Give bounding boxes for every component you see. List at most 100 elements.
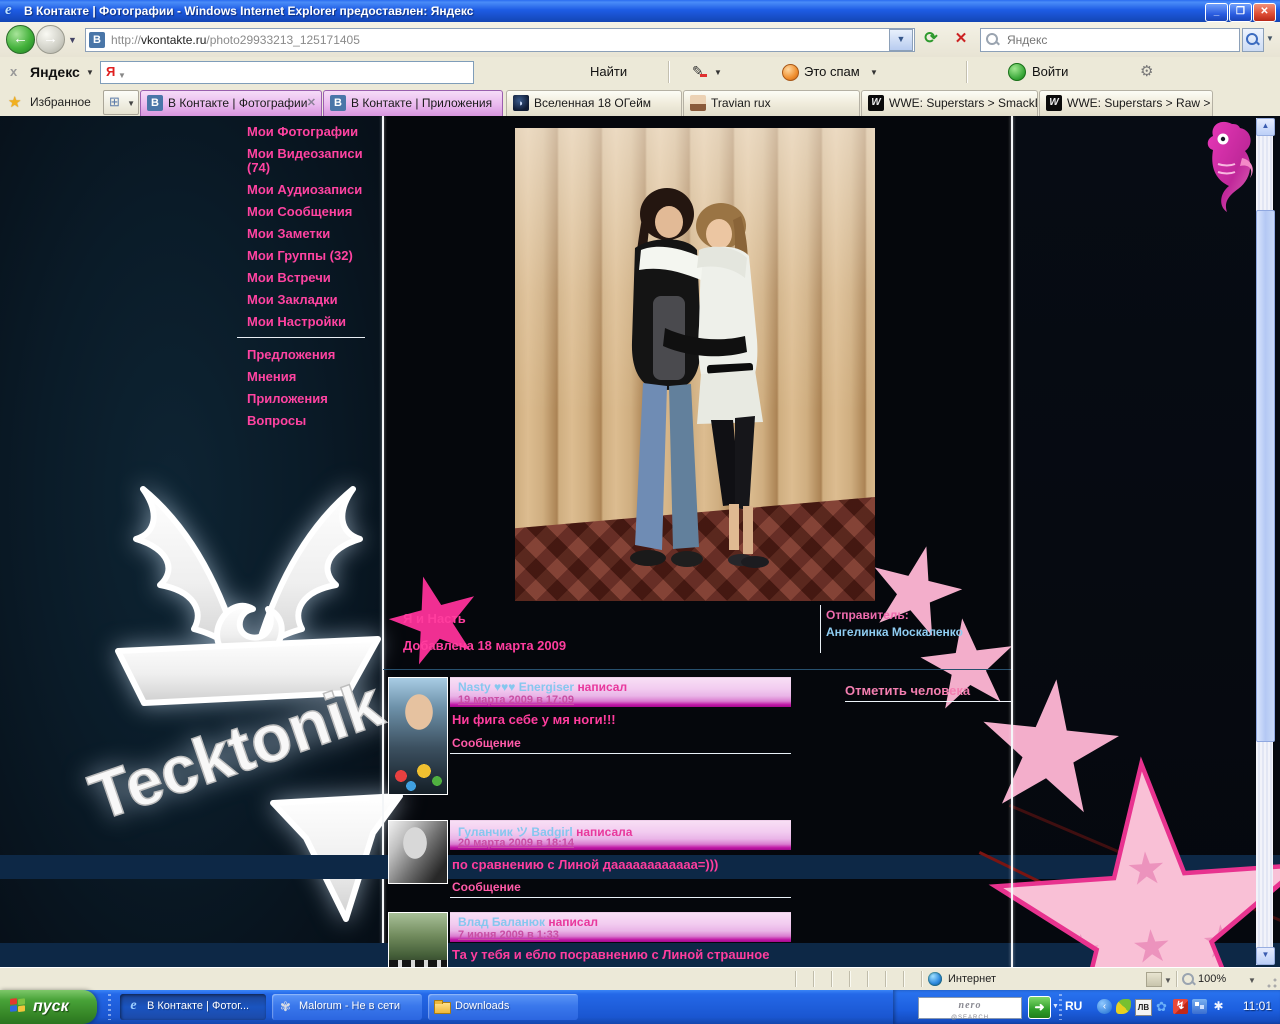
tab-vk-apps[interactable]: B В Контакте | Приложения: [323, 90, 503, 116]
snowflake-icon[interactable]: ✱: [1211, 999, 1226, 1014]
vertical-scrollbar[interactable]: ▲ ▼: [1256, 118, 1275, 965]
sidebar-item-apps[interactable]: Приложения: [247, 392, 379, 406]
taskbar-task-downloads[interactable]: Downloads: [428, 994, 578, 1020]
yandex-logo[interactable]: Яндекс: [30, 64, 80, 80]
sidebar-item-my-notes[interactable]: Мои Заметки: [247, 227, 379, 241]
tab-travian[interactable]: Travian rux: [683, 90, 860, 116]
protected-mode-icon[interactable]: [1146, 972, 1162, 987]
wwe-icon: W: [868, 95, 884, 111]
commenter-name-link[interactable]: Nasty ♥♥♥ Energiser написал: [458, 680, 627, 694]
tab-ogame[interactable]: ◗ Вселенная 18 ОГейм: [506, 90, 682, 116]
vk-favicon: B: [89, 32, 105, 48]
tab-close-icon[interactable]: ✕: [307, 96, 316, 109]
address-bar[interactable]: B http://vkontakte.ru/photo29933213_1251…: [85, 28, 915, 52]
address-dropdown-button[interactable]: ▼: [889, 29, 913, 51]
url-text: http://vkontakte.ru/photo29933213_125171…: [111, 33, 360, 47]
search-box[interactable]: [980, 28, 1240, 52]
protected-mode-dropdown-icon[interactable]: ▼: [1164, 976, 1172, 985]
tab-wwe-smackdown[interactable]: W WWE: Superstars > SmackD...: [861, 90, 1038, 116]
zoom-dropdown-icon[interactable]: ▼: [1248, 976, 1256, 985]
sidebar-item-my-bookmarks[interactable]: Мои Закладки: [247, 293, 379, 307]
comment-header: Влад Баланюк написал 7 июня 2009 в 1:33: [450, 912, 791, 942]
sidebar-item-my-videos[interactable]: Мои Видеозаписи (74): [247, 147, 379, 175]
commenter-avatar[interactable]: [388, 912, 448, 967]
stop-button[interactable]: ✕: [948, 28, 974, 50]
sidebar-item-my-messages[interactable]: Мои Сообщения: [247, 205, 379, 219]
sidebar-item-opinions[interactable]: Мнения: [247, 370, 379, 384]
gear-icon[interactable]: ⚙: [1140, 62, 1153, 80]
sidebar-item-my-photos[interactable]: Мои Фотографии: [247, 125, 379, 139]
toolbar-separator: [668, 61, 670, 83]
butterfly-icon[interactable]: [1116, 999, 1131, 1014]
favorites-button[interactable]: Избранное: [30, 95, 91, 109]
forward-button[interactable]: →: [36, 25, 65, 54]
punto-switcher-icon[interactable]: ЛВ: [1135, 999, 1152, 1016]
history-dropdown-icon[interactable]: ▼: [68, 35, 77, 45]
sidebar-item-my-meetings[interactable]: Мои Встречи: [247, 271, 379, 285]
spam-button[interactable]: Это спам: [804, 64, 860, 79]
sender-name-link[interactable]: Ангелинка Москаленко: [826, 625, 963, 639]
yandex-search-field[interactable]: Я ▼: [100, 61, 474, 84]
refresh-button[interactable]: ⟳: [918, 28, 944, 50]
nero-search-box[interactable]: nero @SEARCH: [918, 997, 1022, 1021]
comment-date-link[interactable]: 7 июня 2009 в 1:33: [458, 929, 559, 941]
comment: Nasty ♥♥♥ Energiser написал 19 марта 200…: [0, 677, 1280, 797]
quick-tabs-button[interactable]: ⊞ ▼: [103, 90, 139, 115]
travian-avatar-icon: [690, 95, 706, 111]
pencil-icon[interactable]: ✎: [692, 63, 704, 80]
photo-image: [515, 128, 875, 601]
sidebar-item-my-settings[interactable]: Мои Настройки: [247, 315, 379, 329]
commenter-avatar[interactable]: [388, 820, 448, 884]
tray-chevron-icon[interactable]: ‹: [1097, 999, 1112, 1014]
back-button[interactable]: ←: [6, 25, 35, 54]
comment-reply-link[interactable]: Сообщение: [452, 880, 521, 894]
sidebar-item-offers[interactable]: Предложения: [247, 348, 379, 362]
search-input[interactable]: [1005, 31, 1234, 49]
toolbar-close-button[interactable]: x: [10, 64, 17, 79]
taskbar-task-malorum[interactable]: ✾ Malorum - Не в сети: [272, 994, 422, 1020]
language-indicator[interactable]: RU: [1065, 999, 1082, 1013]
sidebar-item-questions[interactable]: Вопросы: [247, 414, 379, 428]
commenter-avatar[interactable]: [388, 677, 448, 795]
close-button[interactable]: ✕: [1253, 3, 1276, 22]
search-dropdown-icon[interactable]: ▼: [1263, 28, 1277, 50]
nero-go-button[interactable]: ➜: [1028, 996, 1051, 1019]
scrollbar-thumb[interactable]: [1256, 210, 1275, 742]
search-go-button[interactable]: [1242, 28, 1264, 52]
ya-dropdown-icon[interactable]: ▼: [118, 71, 126, 80]
pencil-dropdown-icon[interactable]: ▼: [714, 68, 722, 77]
yandex-menu-dropdown-icon[interactable]: ▼: [86, 68, 94, 77]
comment-date-link[interactable]: 19 марта 2009 в 17:09: [458, 694, 574, 706]
download-master-icon[interactable]: ↯: [1173, 999, 1188, 1014]
status-bar: Интернет ▼ 100% ▼: [0, 967, 1280, 991]
tab-vk-photos[interactable]: B В Контакте | Фотографии ✕: [140, 90, 322, 116]
system-tray: nero @SEARCH ➜ ▼ RU ‹ ЛВ ✿ ↯ ✱ 11:01: [893, 990, 1280, 1024]
search-icon: [986, 33, 998, 45]
comment-text: Та у тебя и ебло посравнению с Линой стр…: [452, 947, 770, 962]
comment-date-link[interactable]: 20 марта 2009 в 18:14: [458, 837, 574, 849]
yandex-search-input[interactable]: [131, 64, 471, 81]
maximize-button[interactable]: ❐: [1229, 3, 1252, 22]
windows-update-icon[interactable]: [1192, 999, 1207, 1014]
sidebar-item-my-groups[interactable]: Мои Группы (32): [247, 249, 379, 263]
taskbar-clock[interactable]: 11:01: [1243, 999, 1272, 1013]
tab-wwe-raw[interactable]: W WWE: Superstars > Raw > T...: [1039, 90, 1213, 116]
status-separator: [813, 971, 815, 987]
nero-dropdown-icon[interactable]: ▼: [1052, 1003, 1059, 1010]
resize-grip[interactable]: [1266, 977, 1278, 989]
yandex-find-button[interactable]: Найти: [590, 64, 627, 79]
spam-dropdown-icon[interactable]: ▼: [870, 68, 878, 77]
sidebar-item-my-audio[interactable]: Мои Аудиозаписи: [247, 183, 379, 197]
commenter-name-link[interactable]: Влад Баланюк написал: [458, 915, 598, 929]
scroll-up-button[interactable]: ▲: [1256, 118, 1275, 136]
zoom-level[interactable]: 100%: [1198, 973, 1226, 985]
page-content: Tecktonik Мои Фотографии Мои Видеозаписи…: [0, 116, 1280, 967]
start-button[interactable]: пуск: [0, 990, 97, 1024]
login-button[interactable]: Войти: [1032, 64, 1068, 79]
comment-reply-link[interactable]: Сообщение: [452, 736, 521, 750]
taskbar-task-vk[interactable]: e В Контакте | Фотог...: [120, 994, 266, 1020]
comment-underline: [450, 753, 791, 754]
scroll-down-button[interactable]: ▼: [1256, 947, 1275, 965]
flower-icon[interactable]: ✿: [1154, 999, 1169, 1014]
minimize-button[interactable]: _: [1205, 3, 1228, 22]
